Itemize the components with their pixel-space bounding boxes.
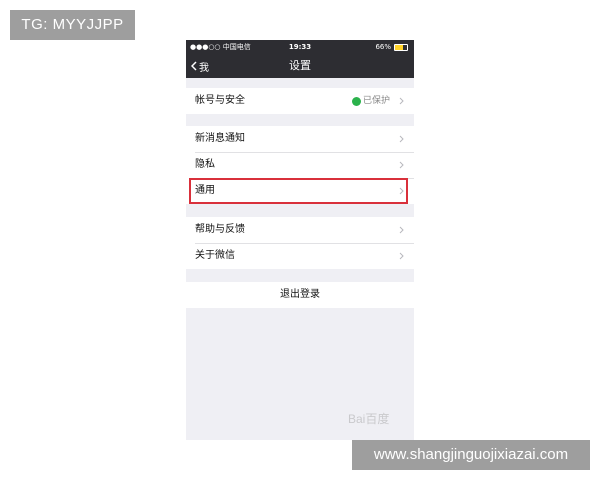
settings-item-notifications[interactable]: 新消息通知 [186, 126, 414, 152]
chevron-right-icon [399, 135, 404, 143]
general-highlight-box [189, 178, 408, 204]
battery-indicator: 66% [375, 40, 408, 54]
baidu-watermark: Bai百度 [348, 412, 390, 426]
settings-item-privacy[interactable]: 隐私 [186, 152, 414, 178]
battery-percent: 66% [375, 43, 391, 51]
chevron-right-icon [399, 161, 404, 169]
page-title: 设置 [289, 59, 311, 72]
notifications-label: 新消息通知 [195, 133, 245, 144]
url-badge: www.shangjinguojixiazai.com [352, 440, 590, 470]
help-feedback-label: 帮助与反馈 [195, 224, 245, 235]
about-label: 关于微信 [195, 250, 235, 261]
protected-label: 已保护 [362, 96, 390, 106]
account-group: 帐号与安全 已保护 [186, 88, 414, 114]
shield-icon [351, 96, 361, 106]
help-group: 帮助与反馈 关于微信 [186, 217, 414, 269]
chevron-right-icon [399, 97, 404, 105]
battery-icon [394, 43, 408, 51]
privacy-label: 隐私 [195, 159, 215, 170]
logout-button[interactable]: 退出登录 [186, 282, 414, 308]
phone-screen: ●●●○○ 中国电信 19:33 66% 我 设置 帐号与安全 已保护 新消息通… [186, 40, 414, 440]
protected-status: 已保护 [351, 88, 390, 114]
account-security-label: 帐号与安全 [195, 95, 245, 106]
nav-bar: 我 设置 [186, 54, 414, 78]
tg-badge: TG: MYYJJPP [10, 10, 135, 40]
chevron-right-icon [399, 226, 404, 234]
settings-item-about[interactable]: 关于微信 [186, 243, 414, 269]
status-bar: ●●●○○ 中国电信 19:33 66% [186, 40, 414, 54]
settings-item-help-feedback[interactable]: 帮助与反馈 [186, 217, 414, 243]
chevron-right-icon [399, 252, 404, 260]
settings-item-account-security[interactable]: 帐号与安全 已保护 [186, 88, 414, 114]
